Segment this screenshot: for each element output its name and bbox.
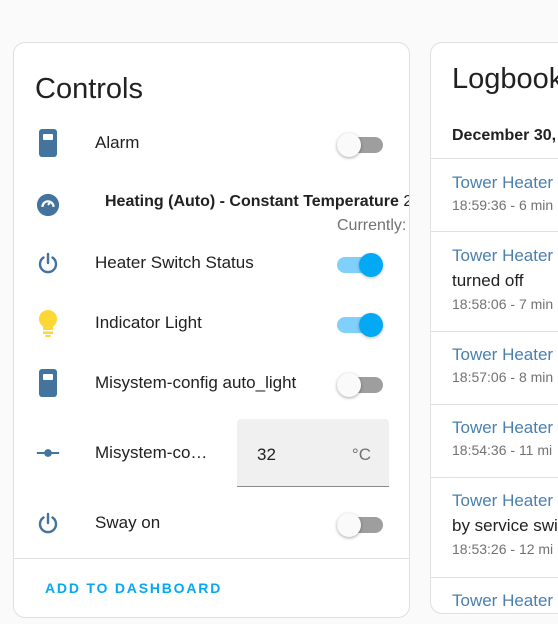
thermostat-auto-icon [36,193,60,217]
logbook-entry-name[interactable]: Tower Heater [452,417,553,439]
row-heater-switch: Heater Switch Status [14,243,409,283]
logbook-entry-name[interactable]: Tower Heater [452,490,558,512]
logbook-entry-time: 18:57:06 - 8 min [452,369,554,385]
heater-switch-toggle[interactable] [337,252,383,277]
indicator-light-label: Indicator Light [95,313,202,332]
indicator-light-toggle[interactable] [337,312,383,337]
heater-switch-label: Heater Switch Status [95,253,254,272]
card-divider [14,558,409,559]
heating-current: Currently: 24 [337,217,409,234]
logbook-entry-message: turned off [452,271,524,290]
power-icon [36,511,60,535]
switch-icon [36,129,60,157]
logbook-entry: Tower Heater turned off 18:58:06 - 7 min [452,245,553,313]
number-unit: °C [351,445,371,464]
logbook-divider [431,577,558,578]
number-field[interactable]: 32 °C [237,419,389,487]
row-heating[interactable]: Heating (Auto) - Constant Temperature 23… [14,183,409,243]
auto-light-toggle[interactable] [337,372,383,397]
sway-label: Sway on [95,513,161,532]
controls-card: Controls Alarm Heating (Auto) - Constant… [13,42,410,618]
switch-icon [36,369,60,397]
logbook-entry-message: by service swi [452,516,558,535]
lightbulb-icon [36,309,60,337]
logbook-date: December 30, [452,127,557,144]
logbook-entry-time: 18:58:06 - 7 min [452,296,554,312]
power-icon [36,251,60,275]
logbook-entry: Tower Heater 18:57:06 - 8 min [452,344,553,386]
logbook-entry: Tower Heater 18:54:36 - 11 mi [452,417,553,459]
logbook-entry: Tower Heater [452,590,553,612]
logbook-divider [431,477,558,478]
row-sway: Sway on [14,503,409,543]
add-to-dashboard-button[interactable]: ADD TO DASHBOARD [45,580,222,596]
logbook-entry-time: 18:53:26 - 12 mi [452,541,554,557]
logbook-entry-name[interactable]: Tower Heater [452,172,553,194]
heating-title: Heating (Auto) - Constant Temperature 23 [105,193,409,211]
number-value[interactable]: 32 [257,445,276,465]
alarm-toggle[interactable] [337,132,383,157]
logbook-divider [431,404,558,405]
logbook-entry-name[interactable]: Tower Heater [452,590,553,612]
logbook-entry-name[interactable]: Tower Heater [452,245,553,267]
number-label: Misystem-co… [95,443,208,462]
logbook-divider [431,158,558,159]
logbook-divider [431,331,558,332]
auto-light-label: Misystem-config auto_light [95,373,297,392]
logbook-card: Logbook December 30, Tower Heater 18:59:… [430,42,558,614]
alarm-label: Alarm [95,133,140,152]
row-indicator-light: Indicator Light [14,303,409,343]
sway-toggle[interactable] [337,512,383,537]
controls-title: Controls [35,73,143,105]
heating-target: 23 [403,193,409,210]
row-alarm: Alarm [14,123,409,163]
logbook-entry: Tower Heater 18:59:36 - 6 min [452,172,553,214]
logbook-divider [431,231,558,232]
logbook-entry-name[interactable]: Tower Heater [452,344,553,366]
slider-icon [36,441,60,465]
row-auto-light: Misystem-config auto_light [14,363,409,403]
logbook-title: Logbook [452,63,558,95]
row-number-input: Misystem-co… 32 °C [14,419,409,487]
logbook-entry: Tower Heater by service swi 18:53:26 - 1… [452,490,558,558]
logbook-entry-time: 18:59:36 - 6 min [452,197,554,213]
logbook-entry-time: 18:54:36 - 11 mi [452,442,553,458]
